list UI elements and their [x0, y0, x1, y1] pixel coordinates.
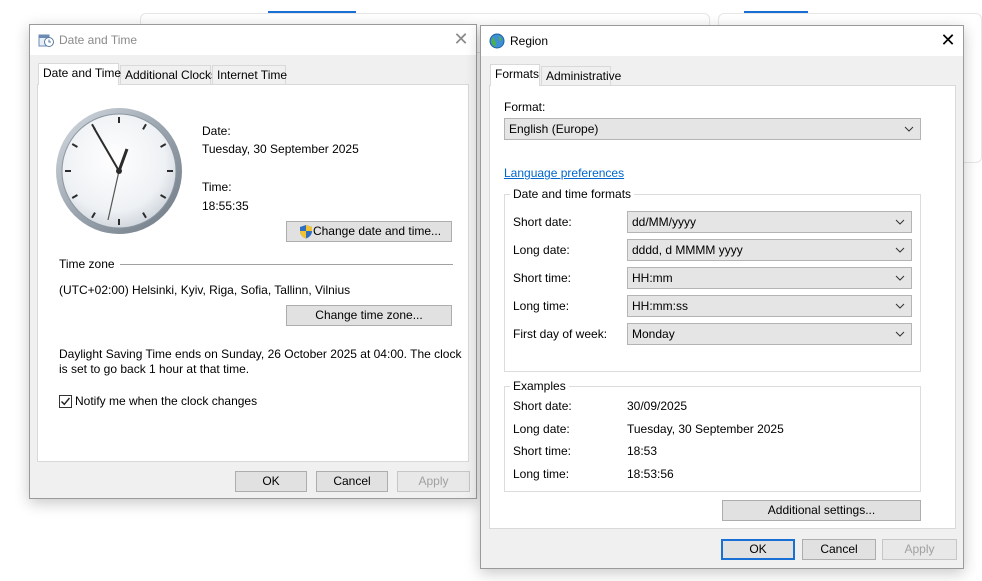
date-time-close-button[interactable]: ✕: [446, 25, 476, 55]
long-time-label: Long time:: [513, 299, 570, 313]
region-title: Region: [510, 34, 549, 48]
dst-info-line-2: is set to go back 1 hour at that time.: [59, 362, 250, 376]
tab-internet-time[interactable]: Internet Time: [212, 65, 287, 85]
region-close-button[interactable]: ✕: [933, 26, 963, 56]
long-time-select-value: HH:mm:ss: [632, 299, 688, 313]
short-date-select[interactable]: dd/MM/yyyy: [627, 211, 912, 233]
example-long-date-label: Long date:: [513, 422, 570, 436]
tab-administrative[interactable]: Administrative: [541, 66, 621, 86]
time-value: 18:55:35: [202, 199, 249, 213]
date-time-titlebar[interactable]: Date and Time ✕: [30, 25, 476, 55]
region-apply-button: Apply: [882, 539, 957, 560]
globe-icon: [489, 33, 505, 49]
date-label: Date:: [202, 124, 231, 138]
additional-settings-button[interactable]: Additional settings...: [722, 500, 921, 521]
chevron-down-icon: [895, 331, 905, 337]
time-zone-heading: Time zone: [59, 257, 115, 271]
example-short-date-label: Short date:: [513, 399, 572, 413]
language-preferences-link[interactable]: Language preferences: [504, 166, 624, 180]
long-date-select-value: dddd, d MMMM yyyy: [632, 243, 743, 257]
example-long-date-value: Tuesday, 30 September 2025: [627, 422, 784, 436]
example-long-time-label: Long time:: [513, 467, 570, 481]
formats-tab-panel: Format: English (Europe) Language prefer…: [489, 85, 956, 529]
format-select[interactable]: English (Europe): [504, 118, 921, 140]
chevron-down-icon: [895, 303, 905, 309]
first-day-select[interactable]: Monday: [627, 323, 912, 345]
region-ok-button[interactable]: OK: [721, 539, 795, 560]
change-date-time-button[interactable]: Change date and time...: [286, 221, 452, 242]
change-date-time-label: Change date and time...: [312, 224, 442, 238]
dst-info-line-1: Daylight Saving Time ends on Sunday, 26 …: [59, 347, 462, 361]
region-titlebar[interactable]: Region ✕: [481, 26, 963, 56]
date-time-dialog: Date and Time ✕ Date and Time Additional…: [29, 24, 477, 499]
notify-checkbox[interactable]: [59, 395, 72, 408]
first-day-select-value: Monday: [632, 327, 675, 341]
date-time-cancel-button[interactable]: Cancel: [316, 471, 388, 492]
analog-clock-icon: [56, 108, 182, 234]
date-time-formats-group: Date and time formats Short date: dd/MM/…: [504, 187, 921, 372]
examples-title: Examples: [510, 379, 569, 393]
tab-additional-clocks[interactable]: Additional Clocks: [120, 65, 217, 85]
long-date-select[interactable]: dddd, d MMMM yyyy: [627, 239, 912, 261]
tab-formats[interactable]: Formats: [490, 64, 540, 86]
long-time-select[interactable]: HH:mm:ss: [627, 295, 912, 317]
format-select-value: English (Europe): [509, 122, 599, 136]
short-date-label: Short date:: [513, 215, 572, 229]
chevron-down-icon: [895, 275, 905, 281]
checkmark-icon: [61, 397, 71, 406]
chevron-down-icon: [895, 247, 905, 253]
region-dialog: Region ✕ Formats Administrative Format: …: [480, 25, 964, 569]
short-date-select-value: dd/MM/yyyy: [632, 215, 697, 229]
change-time-zone-button[interactable]: Change time zone...: [286, 305, 452, 326]
date-time-tab-panel: Date: Tuesday, 30 September 2025 Time: 1…: [37, 84, 469, 462]
format-label: Format:: [504, 100, 546, 114]
short-time-select[interactable]: HH:mm: [627, 267, 912, 289]
example-short-time-value: 18:53: [627, 444, 658, 458]
example-short-time-label: Short time:: [513, 444, 572, 458]
date-time-ok-button[interactable]: OK: [235, 471, 307, 492]
date-time-apply-button: Apply: [397, 471, 470, 492]
long-date-label: Long date:: [513, 243, 570, 257]
short-time-select-value: HH:mm: [632, 271, 673, 285]
background-page-underline: [268, 11, 356, 13]
date-value: Tuesday, 30 September 2025: [202, 142, 359, 156]
short-time-label: Short time:: [513, 271, 572, 285]
first-day-label: First day of week:: [513, 327, 608, 341]
chevron-down-icon: [895, 219, 905, 225]
example-short-date-value: 30/09/2025: [627, 399, 688, 413]
time-zone-value: (UTC+02:00) Helsinki, Kyiv, Riga, Sofia,…: [59, 283, 351, 297]
examples-group: Examples Short date: 30/09/2025 Long dat…: [504, 379, 921, 492]
time-zone-separator: [120, 264, 453, 265]
chevron-down-icon: [904, 126, 914, 132]
time-label: Time:: [202, 180, 232, 194]
date-time-formats-title: Date and time formats: [510, 187, 635, 201]
tab-date-and-time[interactable]: Date and Time: [38, 63, 121, 85]
date-time-app-icon: [38, 34, 54, 47]
example-long-time-value: 18:53:56: [627, 467, 674, 481]
uac-shield-icon: [300, 225, 312, 239]
background-page-underline-right: [744, 11, 808, 13]
date-time-title: Date and Time: [59, 33, 138, 47]
region-cancel-button[interactable]: Cancel: [802, 539, 876, 560]
notify-label[interactable]: Notify me when the clock changes: [75, 394, 257, 408]
